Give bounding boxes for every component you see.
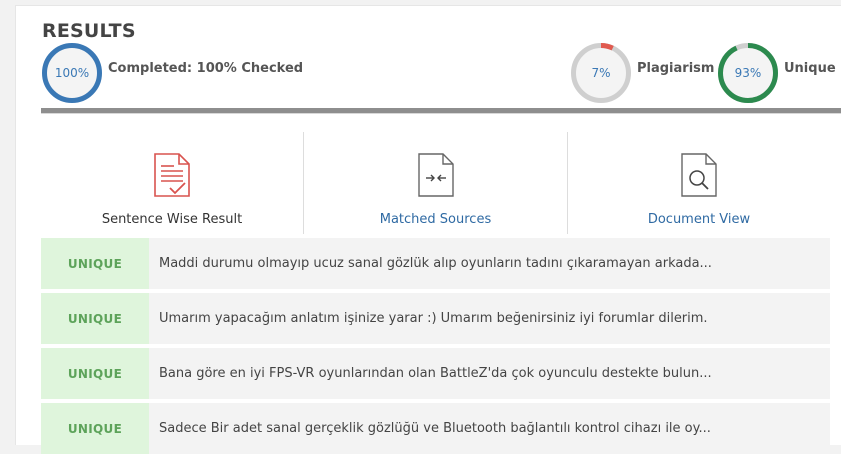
results-divider-highlight	[41, 113, 841, 114]
view-tabs: Sentence Wise Result Matched Sources Doc	[41, 132, 830, 234]
list-item[interactable]: UNIQUE Maddi durumu olmayıp ucuz sanal g…	[41, 238, 830, 289]
completed-progress-ring: 100%	[41, 42, 103, 104]
results-title: RESULTS	[42, 20, 136, 42]
tab-sentence-wise-result[interactable]: Sentence Wise Result	[41, 132, 303, 234]
sentence-text: Umarım yapacağım anlatım işinize yarar :…	[159, 311, 708, 326]
status-badge: UNIQUE	[41, 348, 149, 399]
sentence-check-icon	[154, 153, 190, 197]
status-badge: UNIQUE	[41, 403, 149, 454]
tab-document-view-label: Document View	[647, 212, 751, 227]
unique-progress-ring: 93%	[717, 42, 779, 104]
list-item[interactable]: UNIQUE Bana göre en iyi FPS-VR oyunların…	[41, 348, 830, 399]
document-search-icon	[681, 153, 717, 197]
plagiarism-progress-ring: 7%	[570, 42, 632, 104]
sentence-text: Sadece Bir adet sanal gerçeklik gözlüğü …	[159, 421, 711, 436]
results-panel: RESULTS 100% Completed: 100% Checked 7% …	[15, 5, 841, 454]
list-item[interactable]: UNIQUE Sadece Bir adet sanal gerçeklik g…	[41, 403, 830, 454]
tab-matched-sources-label: Matched Sources	[379, 212, 492, 227]
tab-sentence-wise-result-label: Sentence Wise Result	[101, 212, 243, 227]
plagiarism-percent: 7%	[591, 66, 611, 80]
plagiarism-label: Plagiarism	[637, 61, 715, 76]
status-badge: UNIQUE	[41, 238, 149, 289]
unique-percent: 93%	[734, 66, 762, 80]
matched-sources-icon	[417, 153, 454, 197]
status-badge: UNIQUE	[41, 293, 149, 344]
tab-document-view[interactable]: Document View	[568, 132, 830, 234]
sentence-text: Bana göre en iyi FPS-VR oyunlarından ola…	[159, 366, 712, 381]
sentence-text: Maddi durumu olmayıp ucuz sanal gözlük a…	[159, 256, 712, 271]
completed-percent: 100%	[54, 66, 90, 80]
unique-label: Unique	[784, 61, 836, 76]
tab-matched-sources[interactable]: Matched Sources	[304, 132, 567, 234]
completed-label: Completed: 100% Checked	[108, 61, 304, 76]
list-item[interactable]: UNIQUE Umarım yapacağım anlatım işinize …	[41, 293, 830, 344]
